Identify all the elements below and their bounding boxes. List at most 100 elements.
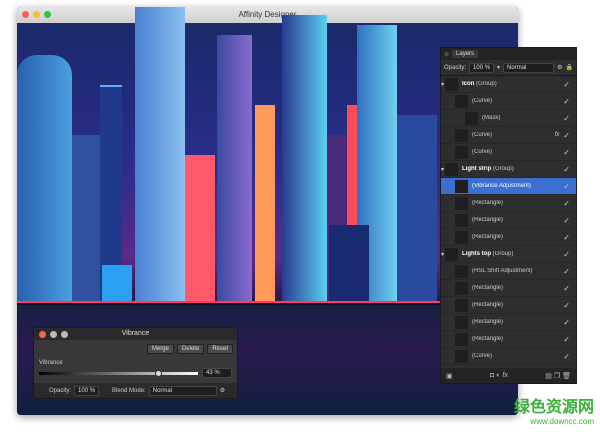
layer-name: (Rectangle) [472,336,563,342]
delete-button[interactable]: Delete [177,344,204,354]
dialog-title: Vibrance [122,330,150,337]
layer-row[interactable]: (Rectangle)✓ [441,331,576,348]
close-button[interactable] [22,11,29,18]
visibility-checkbox[interactable]: ✓ [563,301,570,310]
visibility-checkbox[interactable]: ✓ [563,318,570,327]
layer-row[interactable]: (Rectangle)✓ [441,212,576,229]
slider-handle[interactable] [155,370,162,377]
blend-mode-select[interactable]: Normal [149,386,217,396]
visibility-checkbox[interactable]: ✓ [563,114,570,123]
visibility-checkbox[interactable]: ✓ [563,233,570,242]
layer-row[interactable]: (Rectangle)✓ [441,280,576,297]
merge-button[interactable]: Merge [147,344,174,354]
layer-thumbnail [455,129,468,142]
layer-name: (Curve) [472,132,555,138]
layer-name: (Rectangle) [472,319,563,325]
dialog-minimize-button[interactable] [50,331,57,338]
trash-icon[interactable]: 🗑 [562,373,571,380]
visibility-checkbox[interactable]: ✓ [563,182,570,191]
visibility-checkbox[interactable]: ✓ [563,216,570,225]
visibility-checkbox[interactable]: ✓ [563,148,570,157]
layer-settings-icon[interactable]: ▣ [446,372,453,380]
layer-name: (Mask) [482,115,563,121]
duplicate-icon[interactable]: ❐ [554,373,560,380]
layer-name: (Rectangle) [472,217,563,223]
layer-name: (Rectangle) [472,285,563,291]
layer-thumbnail [455,350,468,363]
zoom-button[interactable] [44,11,51,18]
fx-icon[interactable]: fx [502,372,507,379]
gear-icon[interactable]: ⚙ [557,64,562,71]
layer-name: (Rectangle) [472,302,563,308]
reset-button[interactable]: Reset [207,344,233,354]
layer-row[interactable]: (Curve)✓ [441,144,576,161]
layer-thumbnail [445,163,458,176]
layer-thumbnail [455,180,468,193]
layers-panel: ⊗Layers Opacity: 100 %▾ Normal ⚙🔒 ▾Icon … [440,47,577,384]
gear-icon[interactable]: ⚙ [220,387,225,394]
opacity-field[interactable]: 100 % [74,386,99,396]
layer-thumbnail [455,299,468,312]
opacity-label: Opacity: [49,388,71,394]
adjustment-icon[interactable]: ◐ [496,372,500,379]
layer-row[interactable]: ▾Lights top (Group)✓ [441,246,576,263]
layer-row[interactable]: (HSL Shift Adjustment)✓ [441,263,576,280]
layer-row[interactable]: (Rectangle)✓ [441,297,576,314]
layer-row[interactable]: (Mask)✓ [441,110,576,127]
visibility-checkbox[interactable]: ✓ [563,284,570,293]
layer-row[interactable]: (Rectangle)✓ [441,195,576,212]
tab-layers[interactable]: Layers [452,50,478,58]
layer-thumbnail [455,282,468,295]
layer-thumbnail [455,95,468,108]
blend-mode-label: Blend Mode: [112,388,146,394]
layer-row[interactable]: (Curve)✓ [441,348,576,365]
layer-row[interactable]: ▾Icon (Group)✓ [441,76,576,93]
layer-name: (Curve) [472,353,563,359]
visibility-checkbox[interactable]: ✓ [563,199,570,208]
layer-row[interactable]: (Curve)fx✓ [441,127,576,144]
visibility-checkbox[interactable]: ✓ [563,131,570,140]
vibrance-slider[interactable] [39,372,198,375]
layer-thumbnail [455,265,468,278]
layer-row[interactable]: (Curve)✓ [441,93,576,110]
layer-row[interactable]: (Vibrance Adjustment)✓ [441,178,576,195]
mask-icon[interactable]: ◘ [490,372,494,379]
minimize-button[interactable] [33,11,40,18]
layer-thumbnail [445,248,458,261]
layer-name: (HSL Shift Adjustment) [472,268,563,274]
visibility-checkbox[interactable]: ✓ [563,250,570,259]
watermark-text: 绿色资源网 [514,393,594,417]
visibility-checkbox[interactable]: ✓ [563,80,570,89]
layer-name: Icon (Group) [462,81,563,87]
blend-mode-select[interactable]: Normal [503,63,554,73]
watermark: 绿色资源网 www.downcc.com [514,393,594,426]
fx-icon[interactable]: fx [555,132,560,138]
layer-list: ▾Icon (Group)✓ (Curve)✓ (Mask)✓ (Curve)f… [441,76,576,365]
new-layer-icon[interactable]: ▤ [545,373,552,380]
layer-name: Light strip (Group) [462,166,563,172]
layer-thumbnail [455,197,468,210]
visibility-checkbox[interactable]: ✓ [563,267,570,276]
visibility-checkbox[interactable]: ✓ [563,335,570,344]
dialog-zoom-button[interactable] [61,331,68,338]
layer-name: (Curve) [472,98,563,104]
lock-icon[interactable]: 🔒 [566,64,573,71]
layer-thumbnail [455,214,468,227]
layer-name: (Vibrance Adjustment) [472,183,563,189]
dialog-close-button[interactable] [39,331,46,338]
layer-thumbnail [455,333,468,346]
layer-row[interactable]: (Rectangle)✓ [441,229,576,246]
visibility-checkbox[interactable]: ✓ [563,97,570,106]
layer-name: (Curve) [472,149,563,155]
layer-row[interactable]: ▾Light strip (Group)✓ [441,161,576,178]
layer-row[interactable]: (Rectangle)✓ [441,314,576,331]
layer-thumbnail [455,231,468,244]
title-bar: Affinity Designer [17,7,518,23]
panel-close-icon[interactable]: ⊗ [444,51,449,58]
opacity-field[interactable]: 100 % [469,63,494,73]
vibrance-value-field[interactable]: 43 % [202,368,232,378]
layer-thumbnail [455,316,468,329]
visibility-checkbox[interactable]: ✓ [563,165,570,174]
visibility-checkbox[interactable]: ✓ [563,352,570,361]
chevron-down-icon[interactable]: ▾ [497,64,500,71]
